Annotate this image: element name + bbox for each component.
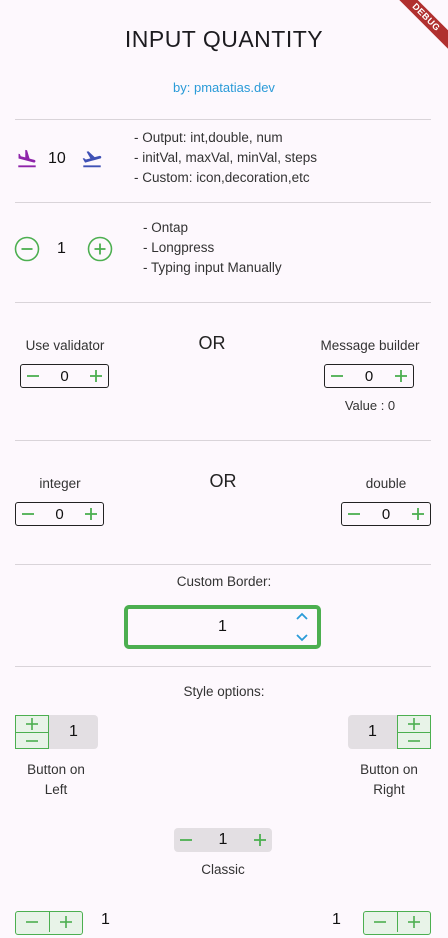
message-builder-value[interactable]: 0: [365, 368, 373, 385]
double-label: double: [365, 476, 407, 491]
minus-icon[interactable]: [327, 366, 347, 386]
button-on-right-value[interactable]: 1: [368, 723, 377, 741]
double-value[interactable]: 0: [382, 506, 390, 523]
flight-takeoff-icon[interactable]: [81, 148, 103, 170]
section2-value[interactable]: 1: [57, 240, 66, 258]
bottom-right-partial-stepper[interactable]: [363, 911, 431, 938]
use-validator-label: Use validator: [25, 338, 105, 353]
integer-label: integer: [39, 476, 81, 491]
minus-icon[interactable]: [364, 912, 398, 932]
feature-line: - Longpress: [143, 240, 215, 255]
flight-land-icon[interactable]: [16, 148, 38, 170]
divider: [15, 440, 431, 441]
minus-icon[interactable]: [344, 504, 364, 524]
plus-icon[interactable]: [50, 912, 83, 932]
section1-features: - Output: int,double, num - initVal, max…: [134, 128, 317, 188]
button-on-right-label-line: Right: [373, 782, 405, 797]
decrement-circle-button[interactable]: [14, 236, 40, 262]
message-builder-quantity-input[interactable]: 0: [324, 364, 414, 388]
feature-line: - Typing input Manually: [143, 260, 282, 275]
chevron-down-icon[interactable]: [294, 630, 310, 646]
validator-quantity-input[interactable]: 0: [20, 364, 109, 388]
left-button-stack: [15, 715, 49, 749]
section1-value[interactable]: 10: [48, 150, 66, 168]
plus-icon[interactable]: [81, 504, 101, 524]
section2-features: - Ontap - Longpress - Typing input Manua…: [143, 218, 282, 278]
button-on-left-label: Button on Left: [16, 760, 96, 800]
classic-value[interactable]: 1: [219, 831, 228, 849]
divider: [15, 119, 431, 120]
or-label: OR: [198, 333, 226, 353]
author-link[interactable]: by: pmatatias.dev: [0, 80, 448, 95]
button-on-left-label-line: Button on: [27, 762, 85, 777]
right-button-stack: [397, 715, 431, 749]
divider: [15, 564, 431, 565]
feature-line: - Ontap: [143, 220, 189, 235]
bottom-left-partial-stepper[interactable]: [15, 911, 83, 938]
integer-quantity-input[interactable]: 0: [15, 502, 104, 526]
divider: [15, 202, 431, 203]
message-builder-label: Message builder: [320, 338, 420, 353]
minus-icon[interactable]: [16, 733, 48, 749]
style-options-label: Style options:: [183, 684, 265, 699]
custom-border-quantity-input[interactable]: 1: [124, 605, 321, 649]
divider: [15, 666, 431, 667]
bottom-right-value[interactable]: 1: [332, 911, 341, 929]
plus-icon[interactable]: [408, 504, 428, 524]
minus-icon[interactable]: [18, 504, 38, 524]
bottom-left-partial-value-clip: 1: [101, 911, 110, 938]
double-quantity-input[interactable]: 0: [341, 502, 431, 526]
plus-icon[interactable]: [391, 366, 411, 386]
integer-value[interactable]: 0: [55, 506, 63, 523]
minus-icon[interactable]: [176, 830, 196, 850]
or-label: OR: [209, 471, 237, 491]
plus-icon[interactable]: [398, 912, 431, 932]
plus-icon[interactable]: [16, 716, 48, 733]
bottom-left-value[interactable]: 1: [101, 911, 110, 929]
button-on-right-label-line: Button on: [360, 762, 418, 777]
bottom-right-partial-value-clip: 1: [332, 911, 341, 938]
button-on-right-label: Button on Right: [349, 760, 429, 800]
classic-quantity-input[interactable]: 1: [174, 828, 272, 852]
feature-line: - initVal, maxVal, minVal, steps: [134, 150, 318, 165]
page-title: INPUT QUANTITY: [124, 26, 324, 52]
minus-icon[interactable]: [398, 733, 430, 749]
minus-icon[interactable]: [23, 366, 43, 386]
divider: [15, 302, 431, 303]
button-on-left-value[interactable]: 1: [69, 723, 78, 741]
chevron-up-icon[interactable]: [294, 608, 310, 624]
plus-icon[interactable]: [398, 716, 430, 733]
feature-line: - Custom: icon,decoration,etc: [134, 170, 310, 185]
feature-line: - Output: int,double, num: [134, 130, 283, 145]
plus-icon[interactable]: [250, 830, 270, 850]
minus-icon[interactable]: [16, 912, 50, 932]
custom-border-label: Custom Border:: [176, 574, 272, 589]
plus-icon[interactable]: [86, 366, 106, 386]
button-on-left-label-line: Left: [44, 782, 68, 797]
button-on-left-input[interactable]: 1: [49, 715, 98, 749]
button-on-right-input[interactable]: 1: [348, 715, 397, 749]
message-output: Value : 0: [344, 398, 396, 413]
validator-value[interactable]: 0: [60, 368, 68, 385]
classic-label: Classic: [201, 862, 245, 877]
custom-border-value[interactable]: 1: [218, 618, 227, 636]
increment-circle-button[interactable]: [87, 236, 113, 262]
